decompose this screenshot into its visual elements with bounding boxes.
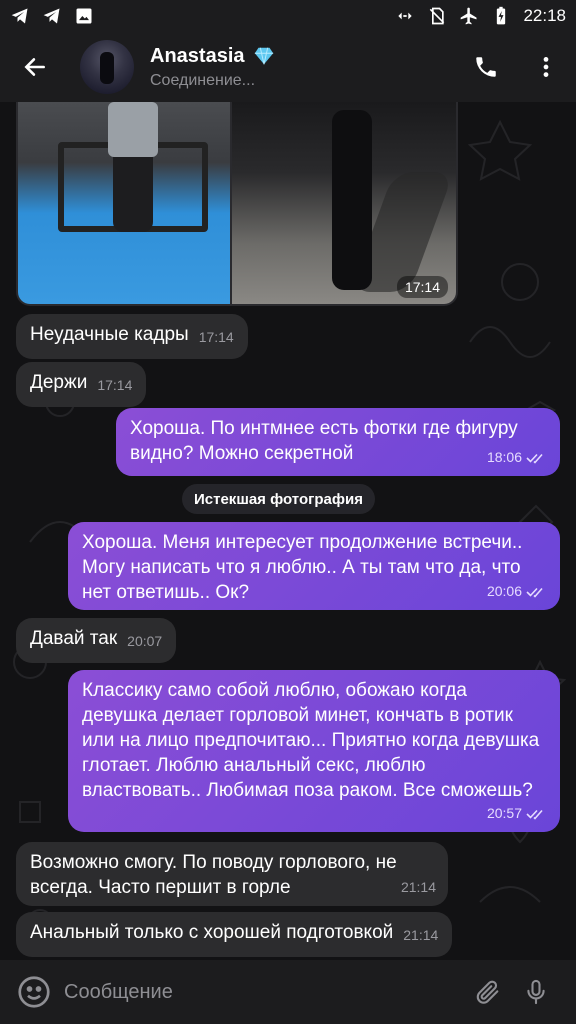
call-button[interactable]	[456, 32, 516, 102]
outgoing-message[interactable]: Хороша. Меня интересует продолжение встр…	[68, 522, 560, 610]
message-list[interactable]: 17:14 Неудачные кадры 17:14 Держи 17:14 Хо…	[0, 102, 576, 960]
double-check-icon	[526, 809, 543, 820]
photo-street[interactable]	[232, 102, 456, 304]
message-time: 21:14	[403, 927, 439, 943]
double-check-icon	[526, 587, 543, 598]
no-sim-icon	[430, 7, 445, 25]
back-button[interactable]	[0, 32, 70, 102]
message-time: 17:14	[198, 329, 234, 345]
phone-icon	[476, 57, 496, 77]
status-time: 22:18	[523, 6, 566, 25]
voice-message-button[interactable]	[512, 968, 560, 1016]
airplane-icon	[461, 7, 477, 25]
photo-timestamp: 17:14	[396, 276, 448, 298]
gallery-icon	[76, 8, 92, 24]
message-text: Хороша. По интмнее есть фотки где фигуру…	[130, 418, 518, 464]
message-text: Анальный только с хорошей подготовкой	[30, 922, 394, 943]
message-composer	[0, 960, 576, 1024]
message-time: 20:07	[127, 633, 163, 649]
incoming-message[interactable]: Неудачные кадры 17:14	[16, 314, 248, 359]
message-time: 20:06	[486, 583, 522, 599]
avatar[interactable]	[80, 40, 134, 94]
more-vertical-icon	[543, 57, 549, 77]
attach-button[interactable]	[464, 968, 512, 1016]
message-text: Держи	[30, 372, 88, 393]
emoji-icon[interactable]	[16, 974, 52, 1010]
microphone-icon	[527, 979, 545, 1005]
incoming-message[interactable]: Анальный только с хорошей подготовкой 21:…	[16, 912, 453, 957]
outgoing-message[interactable]: Хороша. По интмнее есть фотки где фигуру…	[116, 408, 560, 476]
data-saver-icon	[398, 12, 413, 20]
contact-info[interactable]: Anastasia Соединение...	[150, 45, 275, 90]
message-text: Классику само собой люблю, обожаю когда …	[82, 680, 540, 801]
message-time: 20:57	[486, 805, 522, 821]
message-time: 21:14	[400, 879, 436, 895]
photo-album[interactable]: 17:14	[16, 102, 458, 306]
message-text: Хороша. Меня интересует продолжение встр…	[82, 532, 523, 603]
outgoing-message[interactable]: Классику само собой люблю, обожаю когда …	[68, 670, 560, 832]
photo-gym[interactable]	[18, 102, 230, 304]
connection-status: Соединение...	[150, 71, 256, 89]
message-time: 17:14	[97, 377, 133, 393]
message-input[interactable]	[64, 980, 464, 1004]
message-text: Давай так	[30, 628, 118, 649]
message-text: Неудачные кадры	[30, 324, 189, 345]
message-text: Возможно смогу. По поводу горлового, не …	[30, 852, 397, 898]
status-bar: 22:18	[0, 0, 576, 32]
contact-name: Anastasia	[150, 44, 245, 67]
paperclip-icon	[476, 980, 499, 1004]
incoming-message[interactable]: Держи 17:14	[16, 362, 147, 407]
incoming-message[interactable]: Возможно смогу. По поводу горлового, не …	[16, 842, 448, 906]
telegram-icon	[11, 8, 28, 24]
chat-header: Anastasia Соединение...	[0, 32, 576, 102]
telegram-icon	[43, 8, 60, 24]
gem-icon	[254, 47, 273, 65]
more-menu-button[interactable]	[516, 32, 576, 102]
double-check-icon	[526, 453, 543, 464]
message-time: 18:06	[486, 449, 522, 465]
incoming-message[interactable]: Давай так 20:07	[16, 618, 177, 663]
arrow-left-icon	[24, 58, 45, 76]
battery-charging-icon	[497, 6, 506, 25]
expired-photo-label: Истекшая фотография	[182, 484, 375, 514]
